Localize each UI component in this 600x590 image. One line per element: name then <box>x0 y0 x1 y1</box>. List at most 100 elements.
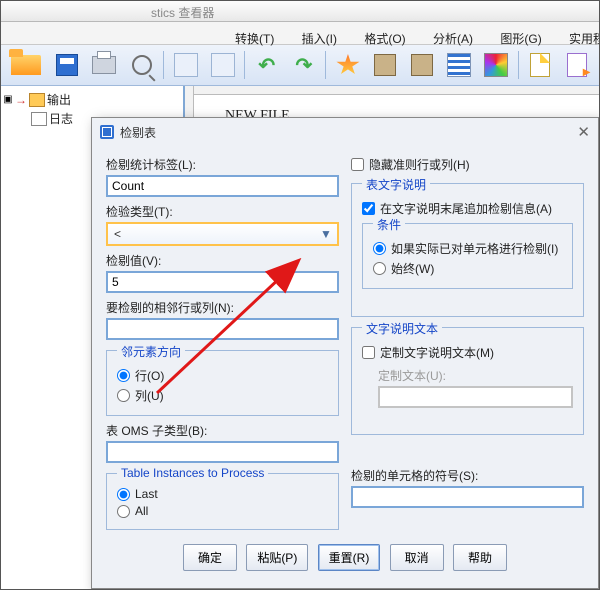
hide-rule-checkbox[interactable]: 隐藏准则行或列(H) <box>351 156 584 173</box>
ok-button[interactable]: 确定 <box>183 544 237 571</box>
tool-bars[interactable] <box>444 49 475 81</box>
cancel-button[interactable]: 取消 <box>390 544 444 571</box>
pin-icon: → <box>15 93 27 107</box>
direction-group: 邻元素方向 行(O) 列(U) <box>106 350 339 416</box>
censor-table-dialog: 检剔表 ✕ 检剔统计标签(L): 检验类型(T): < ▼ 检剔值(V): 要检… <box>91 117 599 589</box>
tree-label-log: 日志 <box>49 110 73 127</box>
table-instances-legend: Table Instances to Process <box>117 466 268 480</box>
folder-open-icon <box>11 55 41 75</box>
value-input[interactable] <box>106 271 339 293</box>
chevron-down-icon: ▼ <box>315 224 337 244</box>
instances-last-radio[interactable]: Last <box>117 487 328 501</box>
tool-a[interactable] <box>170 49 201 81</box>
collapse-icon[interactable]: ▣ <box>3 94 13 105</box>
goto-icon <box>211 53 235 77</box>
table-instances-group: Table Instances to Process Last All <box>106 473 339 530</box>
reset-button[interactable]: 重置(R) <box>318 544 381 571</box>
grid-icon-2 <box>411 54 433 76</box>
h-ruler <box>185 86 599 95</box>
dialog-title: 检剔表 <box>120 124 156 141</box>
menu-format[interactable]: 格式(O) <box>352 22 417 47</box>
open-button[interactable] <box>7 49 46 81</box>
cond-always-input[interactable] <box>373 262 386 275</box>
menu-convert[interactable]: 转换(T) <box>223 22 286 47</box>
grid-icon <box>374 54 396 76</box>
tool-doc-run[interactable] <box>562 49 593 81</box>
condition-legend: 条件 <box>373 216 405 233</box>
direction-legend: 邻元素方向 <box>117 343 185 360</box>
tool-b[interactable] <box>207 49 238 81</box>
custom-text-checkbox[interactable]: 定制文字说明文本(M) <box>362 344 573 361</box>
append-caption-checkbox[interactable]: 在文字说明末尾追加检剔信息(A) <box>362 200 573 217</box>
tool-grid[interactable] <box>370 49 401 81</box>
menu-insert[interactable]: 插入(I) <box>290 22 349 47</box>
symbol-label: 检剔的单元格的符号(S): <box>351 467 584 484</box>
instances-all-radio[interactable]: All <box>117 504 328 518</box>
toolbar-sep <box>163 51 164 79</box>
custom-text-label: 定制文本(U): <box>378 367 573 384</box>
cond-always-radio[interactable]: 始终(W) <box>373 260 562 277</box>
hide-rule-input[interactable] <box>351 158 364 171</box>
custom-text-input <box>378 386 573 408</box>
cond-actual-radio[interactable]: 如果实际已对单元格进行检剔(I) <box>373 240 562 257</box>
dialog-right-col: 隐藏准则行或列(H) 表文字说明 在文字说明末尾追加检剔信息(A) 条件 如果实… <box>351 150 584 536</box>
oms-label: 表 OMS 子类型(B): <box>106 422 339 439</box>
dialog-titlebar[interactable]: 检剔表 ✕ <box>92 118 598 146</box>
bars-icon <box>447 53 471 77</box>
doc-icon <box>530 53 550 77</box>
dialog-icon <box>100 125 114 139</box>
symbol-input[interactable] <box>351 486 584 508</box>
type-label: 检验类型(T): <box>106 203 339 220</box>
neighbor-input[interactable] <box>106 318 339 340</box>
type-combobox[interactable]: < ▼ <box>106 222 339 246</box>
save-button[interactable] <box>52 49 83 81</box>
append-caption-input[interactable] <box>362 202 375 215</box>
neighbor-label: 要检剔的相邻行或列(N): <box>106 299 339 316</box>
dialog-left-col: 检剔统计标签(L): 检验类型(T): < ▼ 检剔值(V): 要检剔的相邻行或… <box>106 150 339 536</box>
menu-graph[interactable]: 图形(G) <box>488 22 553 47</box>
instances-last-input[interactable] <box>117 488 130 501</box>
caption-text-legend: 文字说明文本 <box>362 320 442 337</box>
dialog-recall-icon <box>174 53 198 77</box>
undo-button[interactable]: ↶ <box>251 49 282 81</box>
instances-all-input[interactable] <box>117 505 130 518</box>
print-button[interactable] <box>89 49 120 81</box>
direction-row-radio[interactable]: 行(O) <box>117 367 328 384</box>
condition-group: 条件 如果实际已对单元格进行检剔(I) 始终(W) <box>362 223 573 289</box>
caption-group: 表文字说明 在文字说明末尾追加检剔信息(A) 条件 如果实际已对单元格进行检剔(… <box>351 183 584 317</box>
stat-label: 检剔统计标签(L): <box>106 156 339 173</box>
save-icon <box>56 54 78 76</box>
paste-button[interactable]: 粘贴(P) <box>246 544 308 571</box>
log-icon <box>31 112 47 126</box>
toolbar-sep-3 <box>325 51 326 79</box>
direction-col-radio[interactable]: 列(U) <box>117 387 328 404</box>
tool-grid-2[interactable] <box>407 49 438 81</box>
help-button[interactable]: 帮助 <box>453 544 507 571</box>
caption-legend: 表文字说明 <box>362 176 430 193</box>
menubar: 转换(T) 插入(I) 格式(O) 分析(A) 图形(G) 实用程序(U) 扩 <box>1 22 599 45</box>
direction-row-input[interactable] <box>117 369 130 382</box>
stat-input[interactable] <box>106 175 339 197</box>
print-icon <box>92 56 116 74</box>
tool-colors[interactable] <box>481 49 512 81</box>
oms-input[interactable] <box>106 441 339 463</box>
window-titlebar: stics 查看器 <box>1 1 599 22</box>
tree-label-output: 输出 <box>47 91 71 108</box>
close-icon[interactable]: ✕ <box>577 123 590 141</box>
toolbar: ↶ ↷ <box>1 45 599 86</box>
value-label: 检剔值(V): <box>106 252 339 269</box>
toolbar-sep-2 <box>244 51 245 79</box>
menu-analyze[interactable]: 分析(A) <box>421 22 485 47</box>
direction-col-input[interactable] <box>117 389 130 402</box>
zoom-icon <box>132 55 152 75</box>
caption-text-group: 文字说明文本 定制文字说明文本(M) 定制文本(U): <box>351 327 584 435</box>
redo-button[interactable]: ↷ <box>288 49 319 81</box>
tool-star[interactable] <box>332 49 363 81</box>
tree-node-output[interactable]: ▣ → 输出 <box>3 90 181 109</box>
cond-actual-input[interactable] <box>373 242 386 255</box>
preview-button[interactable] <box>126 49 157 81</box>
tool-doc[interactable] <box>525 49 556 81</box>
doc-run-icon <box>567 53 587 77</box>
menu-util[interactable]: 实用程序(U) <box>557 22 600 47</box>
custom-text-input-cb[interactable] <box>362 346 375 359</box>
